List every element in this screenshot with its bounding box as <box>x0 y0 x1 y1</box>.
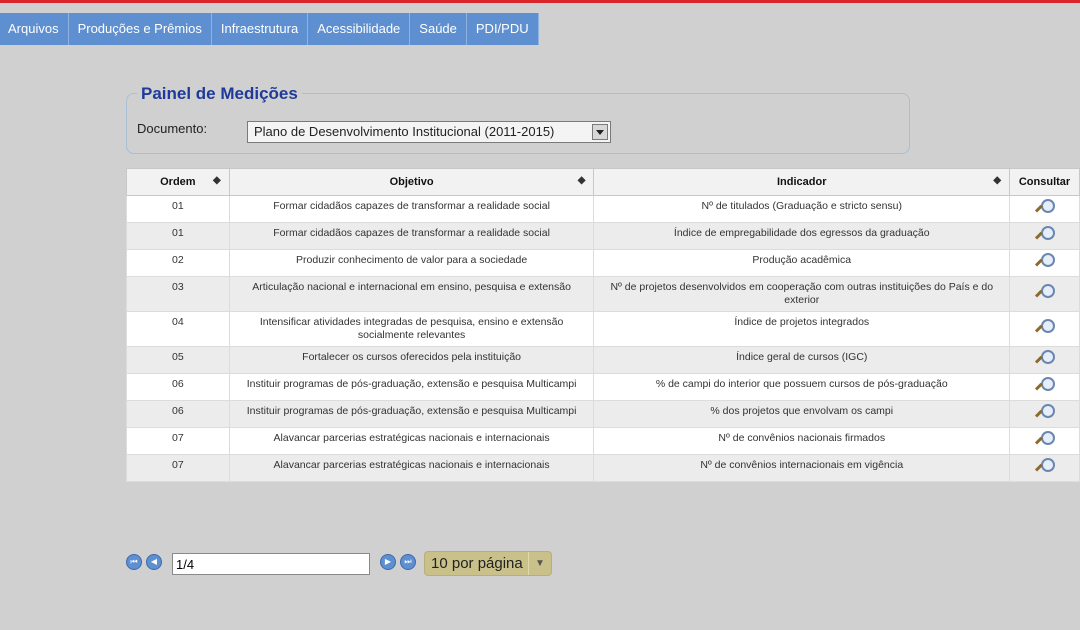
cell-consultar <box>1009 427 1080 455</box>
cell-consultar <box>1009 222 1080 250</box>
last-page-icon[interactable]: ⏭ <box>400 554 416 570</box>
cell-indicador: Nº de convênios nacionais firmados <box>593 427 1011 455</box>
cell-indicador: Produção acadêmica <box>593 249 1011 277</box>
column-header-consultar: Consultar <box>1009 168 1080 196</box>
table-body: 01 Formar cidadãos capazes de transformar… <box>126 195 1080 482</box>
rows-per-page-value: 10 por página <box>431 555 523 572</box>
cell-objetivo: Alavancar parcerias estratégicas naciona… <box>228 427 595 455</box>
cell-objetivo: Articulação nacional e internacional em … <box>228 276 595 312</box>
rows-per-page-select[interactable]: 10 por página ▼ <box>424 551 552 576</box>
column-header-objetivo-label: Objetivo <box>389 176 434 188</box>
measurements-table: Ordem ◆ Objetivo ◆ Indicador ◆ Consultar 01… <box>126 168 1080 482</box>
cell-indicador: Índice de projetos integrados <box>593 311 1011 347</box>
nav-item-arquivos[interactable]: Arquivos <box>0 13 69 45</box>
nav-item-acessibilidade[interactable]: Acessibilidade <box>308 13 411 45</box>
cell-indicador: Índice de empregabilidade dos egressos d… <box>593 222 1011 250</box>
cell-consultar <box>1009 276 1080 312</box>
cell-indicador: Nº de convênios internacionais em vigênc… <box>593 454 1011 482</box>
cell-objetivo: Instituir programas de pós-graduação, ex… <box>228 400 595 428</box>
cell-consultar <box>1009 373 1080 401</box>
column-header-indicador-label: Indicador <box>777 176 827 188</box>
table-row: 05 Fortalecer os cursos oferecidos pela i… <box>126 346 1080 374</box>
sort-icon[interactable]: ◆ <box>993 175 1001 186</box>
cell-ordem: 04 <box>126 311 230 347</box>
top-accent-line <box>0 0 1080 3</box>
magnifier-icon[interactable] <box>1034 403 1055 421</box>
cell-consultar <box>1009 195 1080 223</box>
cell-objetivo: Formar cidadãos capazes de transformar a… <box>228 195 595 223</box>
magnifier-icon[interactable] <box>1034 252 1055 270</box>
cell-ordem: 05 <box>126 346 230 374</box>
column-header-objetivo[interactable]: Objetivo ◆ <box>228 168 595 196</box>
table-row: 01 Formar cidadãos capazes de transformar… <box>126 222 1080 250</box>
cell-consultar <box>1009 400 1080 428</box>
magnifier-icon[interactable] <box>1034 283 1055 301</box>
magnifier-icon[interactable] <box>1034 225 1055 243</box>
table-row: 06 Instituir programas de pós-graduação, … <box>126 400 1080 428</box>
nav-item-pdi-pdu[interactable]: PDI/PDU <box>466 13 539 45</box>
column-header-indicador[interactable]: Indicador ◆ <box>593 168 1011 196</box>
cell-ordem: 06 <box>126 373 230 401</box>
nav-item-producoes-premios[interactable]: Produções e Prêmios <box>68 13 212 45</box>
cell-indicador: % dos projetos que envolvam os campi <box>593 400 1011 428</box>
table-row: 07 Alavancar parcerias estratégicas nacio… <box>126 454 1080 482</box>
table-row: 01 Formar cidadãos capazes de transformar… <box>126 195 1080 223</box>
document-select[interactable]: Plano de Desenvolvimento Institucional (… <box>247 121 611 143</box>
document-label: Documento: <box>137 121 208 136</box>
column-header-ordem[interactable]: Ordem ◆ <box>126 168 230 196</box>
sort-icon[interactable]: ◆ <box>213 175 221 186</box>
table-row: 07 Alavancar parcerias estratégicas nacio… <box>126 427 1080 455</box>
cell-objetivo: Instituir programas de pós-graduação, ex… <box>228 373 595 401</box>
cell-consultar <box>1009 249 1080 277</box>
magnifier-icon[interactable] <box>1034 376 1055 394</box>
cell-ordem: 01 <box>126 222 230 250</box>
column-header-consultar-label: Consultar <box>1018 176 1071 188</box>
chevron-down-icon[interactable] <box>592 124 608 140</box>
cell-ordem: 02 <box>126 249 230 277</box>
cell-objetivo: Intensificar atividades integradas de pe… <box>228 311 595 347</box>
table-row: 04 Intensificar atividades integradas de … <box>126 311 1080 347</box>
panel-title: Painel de Medições <box>137 84 302 104</box>
cell-indicador: % de campi do interior que possuem curso… <box>593 373 1011 401</box>
magnifier-icon[interactable] <box>1034 198 1055 216</box>
cell-objetivo: Produzir conhecimento de valor para a so… <box>228 249 595 277</box>
next-page-icon[interactable]: ▶ <box>380 554 396 570</box>
cell-ordem: 03 <box>126 276 230 312</box>
cell-objetivo: Alavancar parcerias estratégicas naciona… <box>228 454 595 482</box>
magnifier-icon[interactable] <box>1034 349 1055 367</box>
cell-ordem: 07 <box>126 427 230 455</box>
cell-consultar <box>1009 346 1080 374</box>
magnifier-icon[interactable] <box>1034 318 1055 336</box>
page-number-input[interactable] <box>172 553 370 575</box>
cell-consultar <box>1009 454 1080 482</box>
cell-ordem: 01 <box>126 195 230 223</box>
table-row: 06 Instituir programas de pós-graduação, … <box>126 373 1080 401</box>
cell-ordem: 07 <box>126 454 230 482</box>
cell-ordem: 06 <box>126 400 230 428</box>
first-page-icon[interactable]: ⏮ <box>126 554 142 570</box>
magnifier-icon[interactable] <box>1034 430 1055 448</box>
nav-item-saude[interactable]: Saúde <box>410 13 467 45</box>
previous-page-icon[interactable]: ◀ <box>146 554 162 570</box>
document-select-value: Plano de Desenvolvimento Institucional (… <box>254 124 555 139</box>
top-nav: Arquivos Produções e Prêmios Infraestrut… <box>0 13 539 45</box>
cell-consultar <box>1009 311 1080 347</box>
table-row: 03 Articulação nacional e internacional e… <box>126 276 1080 312</box>
magnifier-icon[interactable] <box>1034 457 1055 475</box>
chevron-down-icon[interactable]: ▼ <box>528 552 551 575</box>
sort-icon[interactable]: ◆ <box>578 175 586 186</box>
column-header-ordem-label: Ordem <box>160 176 196 188</box>
cell-objetivo: Fortalecer os cursos oferecidos pela ins… <box>228 346 595 374</box>
cell-indicador: Índice geral de cursos (IGC) <box>593 346 1011 374</box>
cell-objetivo: Formar cidadãos capazes de transformar a… <box>228 222 595 250</box>
cell-indicador: Nº de projetos desenvolvidos em cooperaç… <box>593 276 1011 312</box>
table-row: 02 Produzir conhecimento de valor para a … <box>126 249 1080 277</box>
cell-indicador: Nº de titulados (Graduação e stricto sen… <box>593 195 1011 223</box>
nav-item-infraestrutura[interactable]: Infraestrutura <box>211 13 309 45</box>
